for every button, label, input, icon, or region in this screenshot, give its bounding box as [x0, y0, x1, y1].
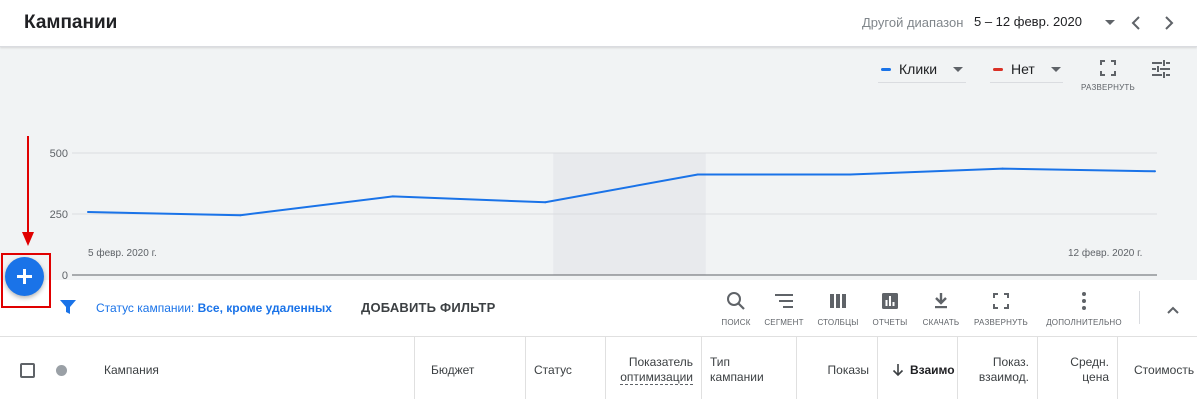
download-tool-label: СКАЧАТЬ	[922, 318, 960, 327]
column-header-impressions[interactable]: Показы	[797, 337, 877, 399]
table-expand-tool-button[interactable]: РАЗВЕРНУТЬ	[971, 290, 1031, 330]
fullscreen-icon	[1100, 60, 1116, 76]
column-label: цена	[1082, 370, 1109, 384]
date-range-value[interactable]: 5 – 12 февр. 2020	[974, 14, 1082, 29]
select-all-checkbox[interactable]	[20, 363, 35, 378]
column-header-campaign-type[interactable]: Тип кампании	[702, 337, 796, 399]
data-point	[849, 173, 852, 176]
search-icon	[727, 292, 745, 310]
chevron-up-icon	[1167, 306, 1179, 314]
column-label: Тип	[710, 355, 731, 369]
segment-tool-button[interactable]: СЕГМЕНТ	[762, 290, 806, 330]
data-point	[1154, 170, 1156, 173]
y-tick-label: 0	[62, 270, 68, 280]
column-header-interactions[interactable]: Взаимо	[878, 337, 957, 399]
columns-tool-label: СТОЛБЦЫ	[817, 318, 859, 327]
segment-icon	[775, 294, 793, 308]
add-campaign-button[interactable]	[5, 257, 44, 296]
caret-down-icon	[1051, 67, 1061, 72]
data-point	[87, 211, 89, 214]
column-label: Бюджет	[431, 363, 475, 377]
column-header-budget[interactable]: Бюджет	[415, 337, 525, 399]
series-color-swatch	[993, 68, 1003, 71]
filter-bar: Статус кампании: Все, кроме удаленных ДО…	[0, 280, 1197, 337]
filter-icon[interactable]	[59, 298, 77, 316]
chevron-left-icon	[1131, 16, 1140, 30]
columns-tool-button[interactable]: СТОЛБЦЫ	[815, 290, 861, 330]
column-header-interaction-rate[interactable]: Показ. взаимод.	[958, 337, 1037, 399]
add-filter-button[interactable]: ДОБАВИТЬ ФИЛЬТР	[361, 300, 495, 315]
plus-icon	[23, 269, 26, 284]
table-expand-tool-label: РАЗВЕРНУТЬ	[974, 318, 1028, 327]
column-label: Статус	[534, 363, 572, 377]
data-point	[239, 214, 242, 217]
segment-tool-label: СЕГМЕНТ	[764, 318, 804, 327]
column-label: Взаимо	[910, 363, 955, 377]
metric-2-label: Нет	[1011, 61, 1035, 77]
column-label: оптимизации	[620, 370, 693, 385]
campaign-status-filter[interactable]: Статус кампании: Все, кроме удаленных	[96, 301, 332, 315]
column-header-cost[interactable]: Стоимость	[1118, 337, 1197, 399]
date-range-dropdown[interactable]	[1098, 13, 1122, 33]
column-header-status[interactable]: Статус	[526, 337, 605, 399]
more-vert-icon	[1082, 292, 1086, 310]
annotation-arrow	[22, 136, 34, 246]
next-period-button[interactable]	[1157, 11, 1181, 35]
columns-icon	[830, 294, 846, 308]
campaign-table-header: Кампания Бюджет Статус Показатель оптими…	[0, 337, 1197, 399]
previous-period-button[interactable]	[1124, 11, 1148, 35]
page-title: Кампании	[24, 12, 118, 33]
column-label: Показатель	[628, 355, 693, 369]
tune-icon	[1152, 60, 1170, 78]
download-tool-button[interactable]: СКАЧАТЬ	[919, 290, 963, 330]
column-label: Показ.	[992, 355, 1029, 369]
chevron-right-icon	[1165, 16, 1174, 30]
metric-1-label: Клики	[899, 61, 938, 77]
column-header-campaign[interactable]: Кампания	[90, 337, 414, 399]
chart-expand-label: РАЗВЕРНУТЬ	[1081, 83, 1135, 92]
x-tick-label-end: 12 февр. 2020 г.	[1068, 248, 1143, 259]
caret-down-icon	[1105, 20, 1115, 25]
search-tool-button[interactable]: ПОИСК	[717, 290, 755, 330]
chart-expand-button[interactable]: РАЗВЕРНУТЬ	[1080, 57, 1136, 95]
more-tool-label: ДОПОЛНИТЕЛЬНО	[1046, 318, 1122, 327]
filter-value: Все, кроме удаленных	[197, 301, 332, 315]
download-icon	[935, 293, 947, 309]
toolbar-divider	[1139, 291, 1140, 324]
data-point	[696, 173, 699, 176]
more-tool-button[interactable]: ДОПОЛНИТЕЛЬНО	[1042, 290, 1126, 330]
column-label: Стоимость	[1134, 363, 1195, 377]
data-point	[391, 195, 394, 198]
data-point	[544, 201, 547, 204]
y-tick-label: 250	[50, 209, 68, 221]
search-tool-label: ПОИСК	[721, 318, 751, 327]
data-point	[1001, 167, 1004, 170]
column-header-avg-cost[interactable]: Средн. цена	[1038, 337, 1117, 399]
top-header: Кампании Другой диапазон 5 – 12 февр. 20…	[0, 0, 1197, 47]
column-header-optimization-score[interactable]: Показатель оптимизации	[606, 337, 701, 399]
reports-tool-button[interactable]: ОТЧЕТЫ	[870, 290, 910, 330]
column-label: Кампания	[104, 363, 159, 377]
metric-selector-2[interactable]: Нет	[990, 57, 1063, 83]
reports-icon	[882, 293, 898, 309]
x-tick-label-start: 5 февр. 2020 г.	[88, 248, 157, 259]
reports-tool-label: ОТЧЕТЫ	[872, 318, 908, 327]
filter-label: Статус кампании:	[96, 301, 195, 315]
sort-descending-icon	[892, 364, 904, 377]
column-label: Средн.	[1070, 355, 1109, 369]
chart-panel: Клики Нет РАЗВЕРНУТЬ 500 250 0 5 февр. 2…	[0, 47, 1197, 280]
series-color-swatch	[881, 68, 891, 71]
collapse-button[interactable]	[1161, 298, 1185, 322]
date-range-label: Другой диапазон	[862, 15, 964, 30]
line-chart: 500 250 0	[50, 148, 1157, 280]
column-label: Показы	[827, 363, 869, 377]
column-label: кампании	[710, 370, 764, 384]
metric-selector-1[interactable]: Клики	[878, 57, 966, 83]
fullscreen-icon	[993, 293, 1009, 309]
y-tick-label: 500	[50, 148, 68, 160]
chart-settings-button[interactable]	[1149, 57, 1173, 81]
column-label: взаимод.	[978, 370, 1029, 384]
caret-down-icon	[953, 67, 963, 72]
status-dot-icon	[56, 365, 67, 376]
